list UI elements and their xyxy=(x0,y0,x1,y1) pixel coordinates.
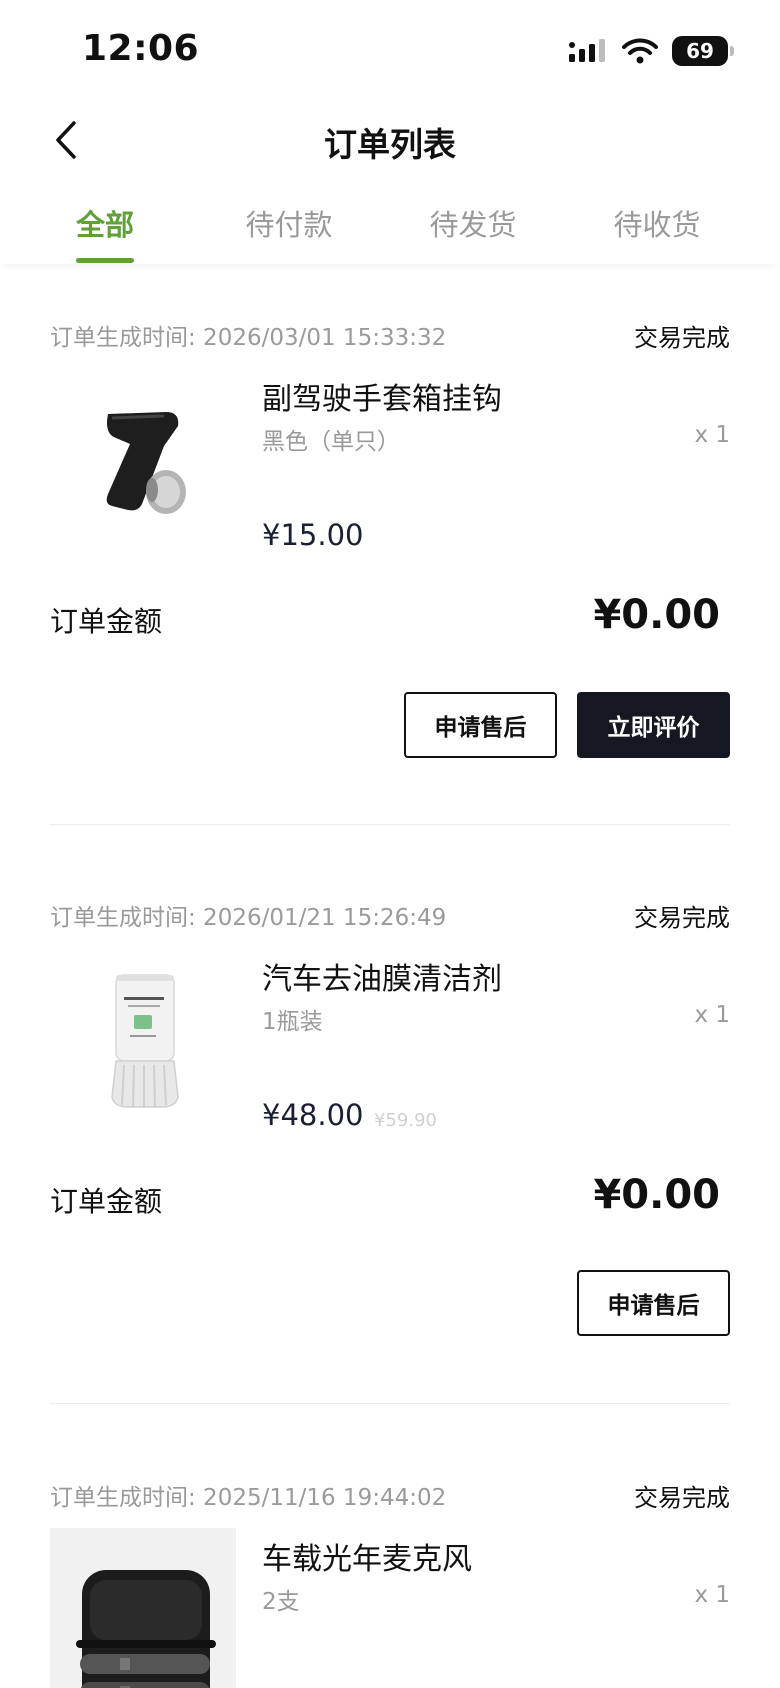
product-spec: 黑色（单只） xyxy=(262,429,400,455)
product-name[interactable]: 汽车去油膜清洁剂 xyxy=(262,954,502,998)
order-time: 订单生成时间: 2026/01/21 15:26:49 xyxy=(50,905,447,931)
product-spec: 2支 xyxy=(262,1589,300,1615)
order-card: 订单生成时间: 2026/03/01 15:33:32 交易完成 副驾驶手套箱挂… xyxy=(50,318,730,758)
after-sales-button[interactable]: 申请售后 xyxy=(577,1270,730,1336)
active-tab-indicator xyxy=(76,258,134,263)
product-price: ¥15.00 xyxy=(262,518,364,552)
battery-level: 69 xyxy=(686,39,714,63)
status-bar: 12:06 69 xyxy=(0,0,780,100)
order-status: 交易完成 xyxy=(634,904,730,932)
order-tabs: 全部 待付款 待发货 待收货 xyxy=(0,180,780,264)
order-total-label: 订单金额 xyxy=(50,605,163,638)
product-quantity: x 1 xyxy=(694,422,730,448)
order-list-page: 12:06 69 订单列表 全部 待付款 待发货 待收货 订单生成时间: 202… xyxy=(0,0,780,1688)
order-total-label: 订单金额 xyxy=(50,1185,163,1218)
tab-pending-shipment[interactable]: 待发货 xyxy=(408,202,538,244)
product-spec: 1瓶装 xyxy=(262,1009,323,1035)
product-quantity: x 1 xyxy=(694,1582,730,1608)
order-card: 订单生成时间: 2025/11/16 19:44:02 交易完成 车载光年麦克风… xyxy=(50,1478,730,1688)
tab-pending-payment[interactable]: 待付款 xyxy=(224,202,354,244)
order-status: 交易完成 xyxy=(634,1484,730,1512)
after-sales-button[interactable]: 申请售后 xyxy=(404,692,557,758)
hook-product-image[interactable] xyxy=(50,368,236,554)
page-title: 订单列表 xyxy=(324,125,456,164)
signal-icon xyxy=(569,39,605,62)
tab-pending-receipt[interactable]: 待收货 xyxy=(592,202,722,244)
order-time: 订单生成时间: 2026/03/01 15:33:32 xyxy=(50,325,447,351)
product-name[interactable]: 副驾驶手套箱挂钩 xyxy=(262,374,502,418)
tab-all[interactable]: 全部 xyxy=(40,202,170,244)
status-icons: 69 xyxy=(568,36,734,66)
review-now-button[interactable]: 立即评价 xyxy=(577,692,730,758)
battery-icon: 69 xyxy=(672,36,734,66)
status-time: 12:06 xyxy=(82,28,200,69)
order-status: 交易完成 xyxy=(634,324,730,352)
order-time: 订单生成时间: 2025/11/16 19:44:02 xyxy=(50,1485,447,1511)
product-price: ¥48.00 xyxy=(262,1098,364,1132)
microphone-case-image[interactable] xyxy=(50,1528,236,1688)
order-total-amount: ¥0.00 xyxy=(593,1172,720,1218)
order-total-amount: ¥0.00 xyxy=(593,592,720,638)
cleaner-bottle-image[interactable] xyxy=(50,948,236,1134)
wifi-icon xyxy=(622,38,658,64)
product-original-price: ¥59.90 xyxy=(374,1110,437,1131)
nav-bar: 订单列表 xyxy=(0,100,780,180)
product-quantity: x 1 xyxy=(694,1002,730,1028)
product-name[interactable]: 车载光年麦克风 xyxy=(262,1534,472,1578)
order-card: 订单生成时间: 2026/01/21 15:26:49 交易完成 汽车去油膜清洁… xyxy=(50,898,730,1338)
order-divider xyxy=(50,824,730,825)
order-divider xyxy=(50,1403,730,1404)
